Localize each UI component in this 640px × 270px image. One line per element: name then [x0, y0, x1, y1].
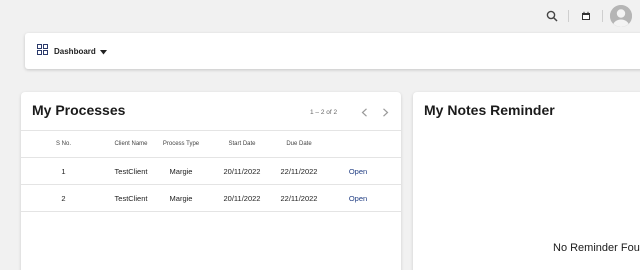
- chevron-right-icon[interactable]: [379, 106, 391, 118]
- chevron-down-icon: [99, 42, 107, 60]
- processes-table: S No. Client Name Process Type Start Dat…: [21, 130, 401, 212]
- dashboard-dropdown-button[interactable]: Dashboard: [37, 43, 107, 59]
- column-header[interactable]: Due Date: [271, 131, 327, 157]
- column-header[interactable]: Process Type: [151, 131, 211, 157]
- processes-title: My Processes: [32, 102, 126, 118]
- row-sno: 1: [61, 166, 66, 176]
- table-row: 1 TestClient Margie 20/11/2022 22/11/202…: [21, 158, 401, 185]
- my-notes-reminder-card: My Notes Reminder No Reminder Fou: [413, 92, 640, 270]
- notes-title: My Notes Reminder: [424, 102, 555, 118]
- row-process-type: Margie: [169, 193, 193, 203]
- row-start-date: 20/11/2022: [223, 193, 261, 203]
- dashboard-grid-icon: [37, 42, 48, 60]
- column-header[interactable]: Start Date: [213, 131, 271, 157]
- row-sno: 2: [61, 193, 66, 203]
- top-bar: [0, 0, 640, 33]
- dashboard-label: Dashboard: [54, 46, 96, 56]
- empty-state-text: No Reminder Fou: [553, 242, 640, 254]
- search-icon[interactable]: [544, 8, 560, 24]
- pagination-range: 1 – 2 of 2: [310, 109, 338, 116]
- divider: [568, 10, 569, 22]
- table-row: 2 TestClient Margie 20/11/2022 22/11/202…: [21, 185, 401, 212]
- calendar-icon[interactable]: [578, 8, 594, 24]
- open-link[interactable]: Open: [343, 185, 373, 211]
- divider: [602, 10, 603, 22]
- my-processes-card: My Processes 1 – 2 of 2 S No. Client Nam…: [21, 92, 401, 270]
- row-start-date: 20/11/2022: [223, 166, 261, 176]
- column-header[interactable]: S No.: [51, 131, 76, 157]
- chevron-left-icon[interactable]: [358, 106, 370, 118]
- row-due-date: 22/11/2022: [280, 166, 318, 176]
- row-due-date: 22/11/2022: [280, 193, 318, 203]
- dashboard-bar: Dashboard: [25, 33, 640, 69]
- table-header: S No. Client Name Process Type Start Dat…: [21, 130, 401, 158]
- user-avatar-icon[interactable]: [610, 5, 632, 27]
- row-process-type: Margie: [169, 166, 193, 176]
- open-link[interactable]: Open: [343, 158, 373, 184]
